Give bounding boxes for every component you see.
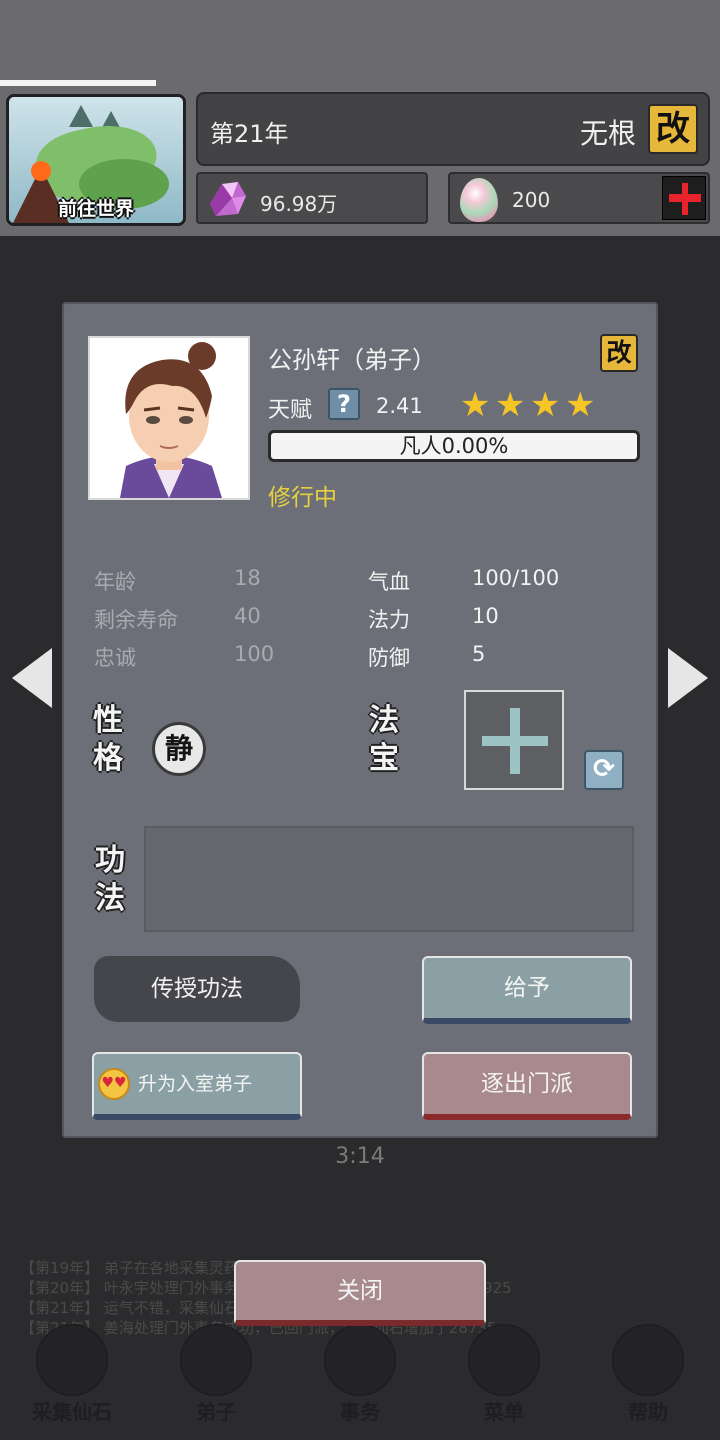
nav-collect-stones[interactable]: 采集仙石 bbox=[0, 1310, 144, 1440]
promote-label: 升为入室弟子 bbox=[138, 1073, 253, 1095]
promote-disciple-button[interactable]: ♥♥ 升为入室弟子 bbox=[92, 1052, 302, 1120]
stat-value-age: 18 bbox=[234, 566, 261, 590]
star-icon: ★ bbox=[495, 385, 526, 425]
disciple-status: 修行中 bbox=[268, 485, 337, 511]
expel-disciple-button[interactable]: 逐出门派 bbox=[422, 1052, 632, 1120]
realm-text: 凡人0.00% bbox=[399, 434, 509, 458]
personality-badge[interactable]: 静 bbox=[152, 722, 206, 776]
rename-button[interactable]: 改 bbox=[600, 334, 638, 372]
treasure-title-char: 法 bbox=[369, 703, 399, 738]
technique-title-char: 功 bbox=[95, 843, 125, 878]
stat-value-lifespan: 40 bbox=[234, 604, 261, 628]
disciple-portrait-image bbox=[90, 338, 248, 498]
change-root-button[interactable]: 改 bbox=[648, 104, 698, 154]
technique-title: 功 法 bbox=[92, 842, 128, 918]
lava-icon bbox=[31, 161, 51, 181]
year-panel: 第21年 无根 改 bbox=[196, 92, 710, 166]
give-button[interactable]: 给予 bbox=[422, 956, 632, 1024]
heart-eyes-emoji-icon: ♥♥ bbox=[98, 1068, 130, 1100]
stat-label-mana: 法力 bbox=[368, 608, 410, 632]
stat-value-mana: 10 bbox=[472, 604, 499, 628]
gem-amount: 200 bbox=[512, 188, 551, 212]
nav-label: 帮助 bbox=[628, 1400, 668, 1424]
go-to-world-button[interactable]: 前往世界 bbox=[6, 94, 186, 226]
nav-help[interactable]: 帮助 bbox=[576, 1310, 720, 1440]
spiritual-root-text: 无根 bbox=[579, 117, 636, 150]
nav-affairs[interactable]: 事务 bbox=[288, 1310, 432, 1440]
year-text: 第21年 bbox=[210, 120, 289, 148]
stat-label-defense: 防御 bbox=[368, 646, 410, 670]
stat-value-hp: 100/100 bbox=[472, 566, 560, 590]
close-button[interactable]: 关闭 bbox=[234, 1260, 486, 1326]
go-to-world-label: 前往世界 bbox=[57, 198, 134, 220]
teach-technique-button[interactable]: 传授功法 bbox=[94, 956, 300, 1022]
nav-disciples[interactable]: 弟子 bbox=[144, 1310, 288, 1440]
disciple-portrait bbox=[88, 336, 250, 500]
mountain-icon bbox=[69, 105, 93, 127]
personality-title-char: 性 bbox=[93, 703, 123, 738]
previous-disciple-arrow[interactable] bbox=[12, 648, 52, 708]
technique-list[interactable] bbox=[144, 826, 634, 932]
stat-label-hp: 气血 bbox=[368, 570, 410, 594]
technique-title-char: 法 bbox=[95, 881, 125, 916]
nav-label: 弟子 bbox=[196, 1400, 236, 1424]
disciple-name: 公孙轩（弟子） bbox=[268, 346, 436, 374]
gem-counter: 200 bbox=[448, 172, 710, 224]
disciple-detail-dialog: 公孙轩（弟子） 改 天赋 ? 2.41 ★ ★ ★ ★ 凡人0.00% 修行中 … bbox=[62, 302, 658, 1138]
stat-label-loyalty: 忠诚 bbox=[94, 646, 136, 670]
personality-title-char: 格 bbox=[93, 741, 123, 776]
pickaxe-icon bbox=[36, 1324, 108, 1396]
spirit-crystal-icon bbox=[210, 182, 246, 216]
nav-label: 事务 bbox=[340, 1400, 380, 1424]
treasure-title-char: 宝 bbox=[369, 741, 399, 776]
talent-value: 2.41 bbox=[376, 394, 423, 418]
personality-title: 性 格 bbox=[90, 702, 126, 778]
gem-egg-icon bbox=[460, 178, 498, 222]
swap-treasure-button[interactable]: ⟳ bbox=[584, 750, 624, 790]
nav-label: 菜单 bbox=[484, 1400, 524, 1424]
nav-label: 采集仙石 bbox=[32, 1400, 112, 1424]
stat-label-lifespan: 剩余寿命 bbox=[94, 608, 178, 632]
help-icon bbox=[612, 1324, 684, 1396]
disciple-icon bbox=[180, 1324, 252, 1396]
stat-value-defense: 5 bbox=[472, 642, 486, 666]
add-treasure-slot[interactable] bbox=[464, 690, 564, 790]
menu-grid-icon bbox=[468, 1324, 540, 1396]
cultivation-progress-bar: 凡人0.00% bbox=[268, 430, 640, 462]
star-icon: ★ bbox=[565, 385, 596, 425]
star-icon: ★ bbox=[460, 385, 491, 425]
add-gems-button[interactable] bbox=[662, 176, 706, 220]
spirit-stone-amount: 96.98万 bbox=[260, 192, 338, 216]
treasure-title: 法 宝 bbox=[366, 702, 402, 778]
talent-label: 天赋 bbox=[268, 398, 313, 423]
bottom-navigation: 采集仙石 弟子 事务 菜单 帮助 bbox=[0, 1310, 720, 1440]
game-clock: 3:14 bbox=[335, 1144, 385, 1169]
stat-label-age: 年龄 bbox=[94, 570, 136, 594]
loading-progress-line bbox=[0, 80, 156, 86]
scroll-icon bbox=[324, 1324, 396, 1396]
nav-menu[interactable]: 菜单 bbox=[432, 1310, 576, 1440]
spirit-stone-counter: 96.98万 bbox=[196, 172, 428, 224]
star-icon: ★ bbox=[530, 385, 561, 425]
next-disciple-arrow[interactable] bbox=[668, 648, 708, 708]
stat-value-loyalty: 100 bbox=[234, 642, 275, 666]
talent-help-button[interactable]: ? bbox=[328, 388, 360, 420]
